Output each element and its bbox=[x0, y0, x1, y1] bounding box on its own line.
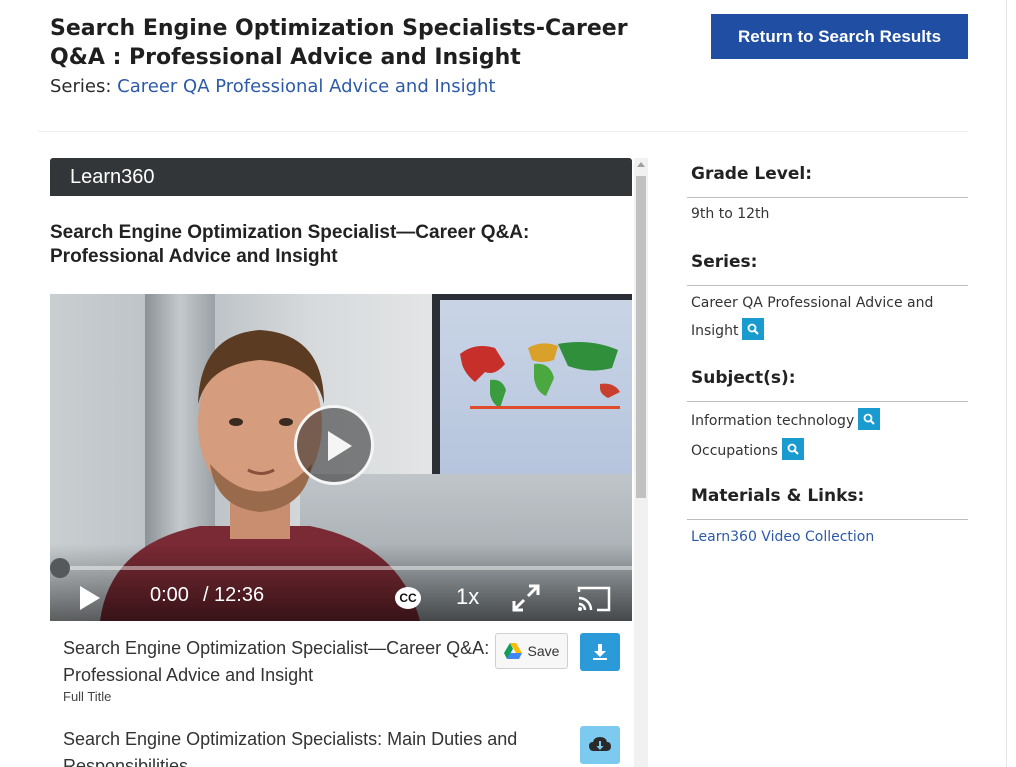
cast-icon[interactable] bbox=[577, 586, 611, 612]
subject-item: Occupations bbox=[691, 438, 804, 462]
current-time: 0:00 bbox=[150, 584, 189, 606]
world-map-graphic bbox=[460, 342, 620, 409]
cloud-download-icon bbox=[589, 737, 611, 751]
download-icon bbox=[593, 644, 607, 660]
playback-speed-button[interactable]: 1x bbox=[456, 584, 479, 610]
series-heading: Series: bbox=[691, 252, 758, 272]
subjects-rule bbox=[687, 401, 968, 402]
search-icon bbox=[748, 323, 760, 335]
cloud-download-button[interactable] bbox=[580, 726, 620, 764]
series-value: Career QA Professional Advice and Insigh… bbox=[691, 295, 934, 339]
player-brand-bar: Learn360 bbox=[50, 158, 632, 196]
search-icon bbox=[787, 443, 799, 455]
progress-bar[interactable] bbox=[60, 566, 632, 570]
subjects-heading: Subject(s): bbox=[691, 368, 796, 388]
video-title: Search Engine Optimization Specialist—Ca… bbox=[50, 222, 530, 267]
embed-scrollbar-thumb[interactable] bbox=[636, 176, 646, 498]
duration: / 12:36 bbox=[202, 584, 265, 606]
learn360-collection-link[interactable]: Learn360 Video Collection bbox=[691, 529, 874, 545]
subject-label: Information technology bbox=[691, 413, 855, 429]
save-button-label: Save bbox=[527, 643, 560, 659]
grade-level-rule bbox=[687, 197, 968, 198]
video-embed-frame: Learn360 Search Engine Optimization Spec… bbox=[50, 158, 648, 767]
page-title: Search Engine Optimization Specialists-C… bbox=[50, 16, 628, 70]
return-to-search-results-button[interactable]: Return to Search Results bbox=[711, 14, 968, 59]
time-display: 0:00 / 12:36 bbox=[150, 584, 264, 607]
clip-title-segment: Search Engine Optimization Specialists: … bbox=[63, 729, 518, 767]
grade-level-value: 9th to 12th bbox=[691, 206, 770, 222]
closed-captions-icon[interactable]: CC bbox=[395, 587, 421, 609]
player-controls: 0:00 / 12:36 CC 1x bbox=[50, 574, 632, 621]
search-icon bbox=[863, 413, 875, 425]
clip-title-full: Search Engine Optimization Specialist—Ca… bbox=[63, 638, 490, 685]
video-player[interactable]: 0:00 / 12:36 CC 1x bbox=[50, 294, 632, 621]
clip-subtitle: Full Title bbox=[63, 689, 112, 704]
series-line: Series: Career QA Professional Advice an… bbox=[50, 76, 495, 97]
download-button[interactable] bbox=[580, 633, 620, 671]
series-search-button[interactable] bbox=[742, 318, 765, 340]
google-drive-icon bbox=[503, 643, 522, 659]
save-to-drive-button[interactable]: Save bbox=[495, 633, 568, 669]
player-brand: Learn360 bbox=[70, 166, 155, 188]
subject-item: Information technology bbox=[691, 408, 881, 432]
header-divider bbox=[38, 131, 968, 132]
materials-rule bbox=[687, 519, 968, 520]
grade-level-heading: Grade Level: bbox=[691, 164, 813, 184]
series-link[interactable]: Career QA Professional Advice and Insigh… bbox=[117, 76, 495, 97]
fullscreen-icon[interactable] bbox=[512, 584, 540, 612]
series-label: Series: bbox=[50, 76, 112, 97]
subject-search-button[interactable] bbox=[858, 408, 881, 430]
series-value-block: Career QA Professional Advice and Insigh… bbox=[691, 289, 961, 345]
page-right-border bbox=[1006, 0, 1007, 767]
embed-scrollbar[interactable] bbox=[634, 158, 648, 767]
subject-label: Occupations bbox=[691, 443, 778, 459]
play-icon[interactable] bbox=[80, 586, 100, 610]
scroll-up-arrow-icon[interactable] bbox=[637, 162, 645, 167]
materials-heading: Materials & Links: bbox=[691, 486, 865, 506]
series-rule bbox=[687, 285, 968, 286]
subject-search-button[interactable] bbox=[781, 438, 804, 460]
big-play-button[interactable] bbox=[294, 405, 374, 485]
